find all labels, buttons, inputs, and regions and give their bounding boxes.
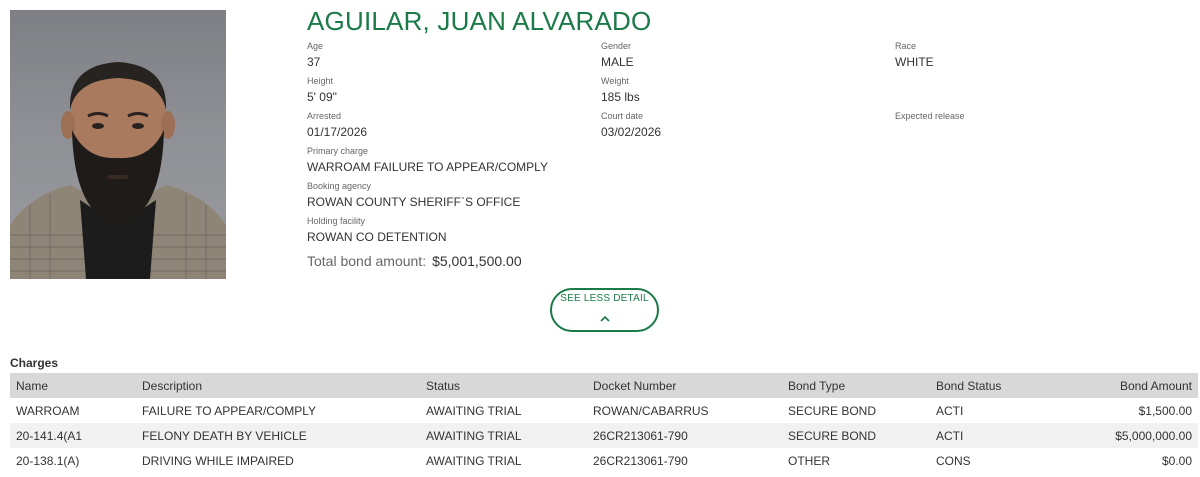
charge-bond-amount: $1,500.00 xyxy=(1138,403,1192,418)
charge-bond-amount: $0.00 xyxy=(1161,453,1192,468)
col-header-bond-amount[interactable]: Bond Amount xyxy=(1040,373,1198,398)
charge-bond-type: SECURE BOND xyxy=(782,423,930,448)
charge-status: AWAITING TRIAL xyxy=(426,403,522,418)
charge-name: 20-138.1(A) xyxy=(16,453,80,468)
charge-bond-status: ACTI xyxy=(936,403,964,418)
charge-bond-type: SECURE BOND xyxy=(788,403,877,418)
charge-bond-status: ACTI xyxy=(930,423,1040,448)
holding-facility-field: Holding facility ROWAN CO DETENTION xyxy=(307,216,447,244)
expected-release-label: Expected release xyxy=(895,111,965,121)
table-row: 20-141.4(A1 FELONY DEATH BY VEHICLE AWAI… xyxy=(10,423,1198,448)
table-row: WARROAM FAILURE TO APPEAR/COMPLY AWAITIN… xyxy=(10,398,1198,423)
see-less-detail-label: SEE LESS DETAIL xyxy=(560,293,649,304)
height-label: Height xyxy=(307,76,334,86)
total-bond-value: $5,001,500.00 xyxy=(432,253,522,269)
charge-status: AWAITING TRIAL xyxy=(420,423,587,448)
col-header-bond-type[interactable]: Bond Type xyxy=(782,373,930,398)
charge-name: 20-141.4(A1 xyxy=(10,423,136,448)
mugshot-photo xyxy=(10,10,226,279)
weight-label: Weight xyxy=(601,76,629,86)
charge-description: FAILURE TO APPEAR/COMPLY xyxy=(142,403,317,418)
charge-docket-number: 26CR213061-790 xyxy=(593,453,688,468)
arrested-label: Arrested xyxy=(307,111,342,121)
booking-agency-field: Booking agency ROWAN COUNTY SHERIFF`S OF… xyxy=(307,181,520,209)
col-header-status[interactable]: Status xyxy=(420,373,587,398)
court-date-value: 03/02/2026 xyxy=(601,125,662,139)
col-header-description[interactable]: Description xyxy=(136,373,420,398)
charge-bond-status: CONS xyxy=(936,453,971,468)
gender-label: Gender xyxy=(601,41,632,51)
arrested-value: 01/17/2026 xyxy=(307,125,368,139)
weight-field: Weight 185 lbs xyxy=(601,76,640,104)
primary-charge-label: Primary charge xyxy=(307,146,369,156)
charge-description: FELONY DEATH BY VEHICLE xyxy=(136,423,420,448)
booking-agency-label: Booking agency xyxy=(307,181,372,191)
primary-charge-value: WARROAM FAILURE TO APPEAR/COMPLY xyxy=(307,160,548,174)
race-value: WHITE xyxy=(895,55,934,69)
age-label: Age xyxy=(307,41,324,51)
gender-field: Gender MALE xyxy=(601,41,634,69)
charge-bond-amount: $5,000,000.00 xyxy=(1040,423,1198,448)
charges-header-row: Name Description Status Docket Number Bo… xyxy=(10,373,1198,398)
charge-status: AWAITING TRIAL xyxy=(426,453,522,468)
height-field: Height 5' 09" xyxy=(307,76,337,104)
total-bond: Total bond amount: $5,001,500.00 xyxy=(307,253,522,269)
charge-description: DRIVING WHILE IMPAIRED xyxy=(142,453,294,468)
expected-release-field: Expected release xyxy=(895,111,965,125)
charge-name: WARROAM xyxy=(16,403,80,418)
charge-docket-number: 26CR213061-790 xyxy=(587,423,782,448)
holding-facility-label: Holding facility xyxy=(307,216,366,226)
col-header-name[interactable]: Name xyxy=(10,373,136,398)
arrested-field: Arrested 01/17/2026 xyxy=(307,111,367,139)
primary-charge-field: Primary charge WARROAM FAILURE TO APPEAR… xyxy=(307,146,548,174)
charges-title: Charges xyxy=(10,356,59,370)
charge-docket-number: ROWAN/CABARRUS xyxy=(593,403,709,418)
booking-agency-value: ROWAN COUNTY SHERIFF`S OFFICE xyxy=(307,195,521,209)
charges-table: Name Description Status Docket Number Bo… xyxy=(10,373,1198,473)
col-header-docket-number[interactable]: Docket Number xyxy=(587,373,782,398)
height-value: 5' 09" xyxy=(307,90,337,104)
total-bond-label: Total bond amount: xyxy=(307,253,427,269)
holding-facility-value: ROWAN CO DETENTION xyxy=(307,230,447,244)
age-field: Age 37 xyxy=(307,41,323,69)
gender-value: MALE xyxy=(601,55,634,69)
weight-value: 185 lbs xyxy=(601,90,640,104)
charge-bond-type: OTHER xyxy=(788,453,830,468)
chevron-up-icon xyxy=(599,309,610,327)
inmate-name: AGUILAR, JUAN ALVARADO xyxy=(307,6,652,36)
table-row: 20-138.1(A) DRIVING WHILE IMPAIRED AWAIT… xyxy=(10,448,1198,473)
col-header-bond-status[interactable]: Bond Status xyxy=(930,373,1040,398)
see-less-detail-button[interactable]: SEE LESS DETAIL xyxy=(550,288,659,332)
age-value: 37 xyxy=(307,55,321,69)
court-date-field: Court date 03/02/2026 xyxy=(601,111,661,139)
court-date-label: Court date xyxy=(601,111,644,121)
race-field: Race WHITE xyxy=(895,41,934,69)
race-label: Race xyxy=(895,41,917,51)
